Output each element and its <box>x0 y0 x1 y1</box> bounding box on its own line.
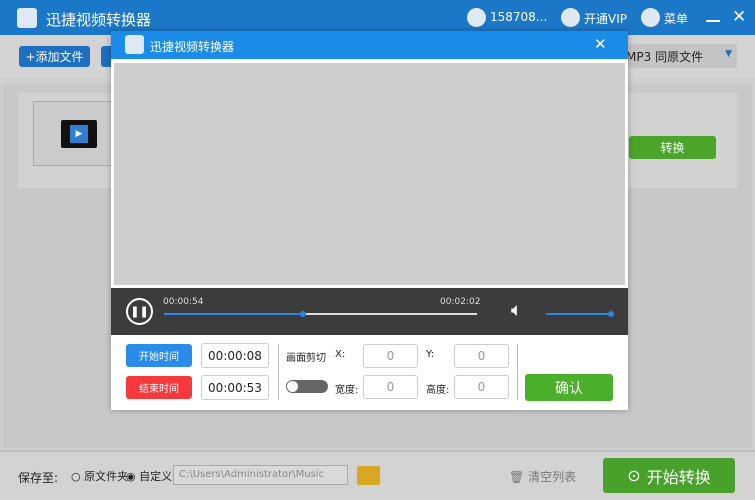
menu-button[interactable]: 菜单 <box>664 10 688 27</box>
add-file-button[interactable]: + 添加文件 <box>19 46 90 67</box>
vip-link[interactable]: 开通VIP <box>584 10 627 27</box>
crop-toggle[interactable] <box>286 380 328 393</box>
minimize-button[interactable] <box>706 20 720 22</box>
divider <box>517 344 518 400</box>
end-time-button[interactable]: 结束时间 <box>126 376 192 399</box>
convert-button[interactable]: 转换 <box>629 136 716 159</box>
trim-dialog: 迅捷视频转换器 ✕ ❚❚ 00:00:54 00:02:02 🔈︎ 开始时间 0… <box>111 31 628 410</box>
start-time-input[interactable]: 00:00:08 <box>201 343 269 368</box>
pause-button[interactable]: ❚❚ <box>126 298 153 325</box>
volume-handle[interactable] <box>608 311 614 317</box>
start-time-button[interactable]: 开始时间 <box>126 344 192 367</box>
y-label: Y: <box>426 349 435 360</box>
cart-icon[interactable] <box>561 8 580 27</box>
current-time: 00:00:54 <box>163 297 204 307</box>
crop-height-input[interactable]: 0 <box>454 375 509 399</box>
radio-original[interactable]: ○ 原文件夹 <box>71 468 128 484</box>
play-circle-icon: ⊙ <box>627 466 641 485</box>
dialog-close-button[interactable]: ✕ <box>594 35 607 53</box>
crop-label: 画面剪切 <box>286 353 326 364</box>
total-time: 00:02:02 <box>440 297 481 307</box>
plus-icon: + <box>25 49 36 64</box>
end-time-input[interactable]: 00:00:53 <box>201 375 269 400</box>
user-account[interactable]: 158708... <box>490 10 547 24</box>
path-input[interactable]: C:\Users\Administrator\Music <box>173 465 348 485</box>
height-label: 高度: <box>426 385 450 396</box>
crop-width-input[interactable]: 0 <box>363 375 418 399</box>
dialog-header: 迅捷视频转换器 ✕ <box>111 31 628 59</box>
confirm-button[interactable]: 确认 <box>525 374 613 401</box>
layers-icon[interactable] <box>641 8 660 27</box>
start-convert-button[interactable]: ⊙ 开始转换 <box>603 458 735 493</box>
x-label: X: <box>335 349 346 360</box>
crop-y-input[interactable]: 0 <box>454 344 509 368</box>
dropdown-arrow-icon: ▼ <box>725 49 732 59</box>
app-logo-icon <box>125 35 144 54</box>
player-controls: ❚❚ 00:00:54 00:02:02 🔈︎ <box>111 288 628 335</box>
close-button[interactable]: ✕ <box>732 7 746 27</box>
user-icon[interactable] <box>467 8 486 27</box>
divider <box>278 344 279 400</box>
app-title: 迅捷视频转换器 <box>46 11 152 29</box>
trash-icon: 🗑 <box>509 470 525 484</box>
seek-handle[interactable] <box>299 311 306 317</box>
radio-custom[interactable]: ◉ 自定义 <box>126 468 172 484</box>
save-to-label: 保存至: <box>18 471 59 485</box>
dialog-title: 迅捷视频转换器 <box>150 40 235 54</box>
film-icon: ▶ <box>61 120 97 148</box>
bottom-bar: 保存至: ○ 原文件夹 ◉ 自定义 C:\Users\Administrator… <box>0 450 755 500</box>
output-format-select[interactable]: MP3 同原文件 ▼ <box>620 44 737 68</box>
volume-icon[interactable]: 🔈︎ <box>511 299 522 321</box>
seek-bar[interactable] <box>164 311 477 317</box>
app-logo-icon <box>17 8 37 28</box>
video-thumbnail: ▶ <box>33 101 123 166</box>
title-bar: 迅捷视频转换器 158708... 开通VIP 菜单 ✕ <box>0 0 755 35</box>
volume-slider[interactable] <box>546 311 614 317</box>
crop-x-input[interactable]: 0 <box>363 344 418 368</box>
video-preview[interactable] <box>113 62 626 286</box>
folder-icon[interactable] <box>357 466 380 485</box>
clear-list-button[interactable]: 🗑 清空列表 <box>509 468 576 485</box>
width-label: 宽度: <box>335 385 359 396</box>
